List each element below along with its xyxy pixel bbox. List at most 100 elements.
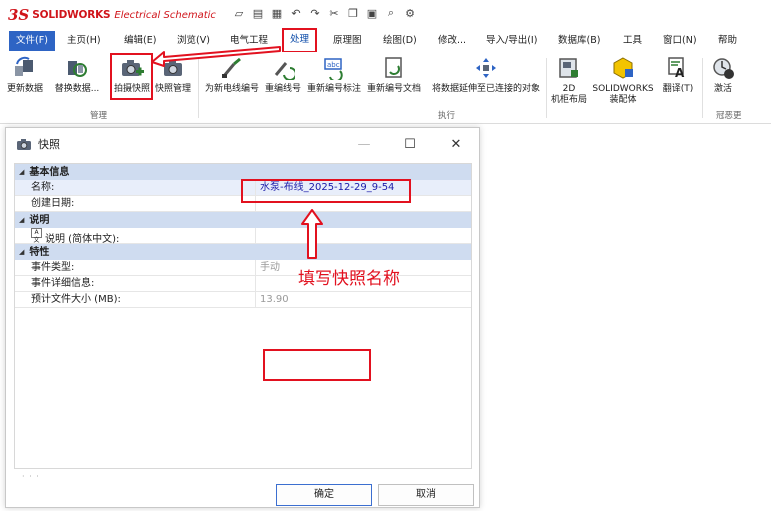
menu-tools[interactable]: 工具 — [623, 31, 642, 51]
close-button[interactable]: ✕ — [433, 128, 479, 160]
quick-access-toolbar: ▱ ▤ ▦ ↶ ↷ ✂ ❐ ▣ ⌕ ⚙ — [232, 6, 417, 20]
file-size-field: 13.90 — [255, 292, 471, 308]
activate-button[interactable]: 激活 — [706, 56, 740, 95]
window-controls: — ☐ ✕ — [341, 128, 479, 160]
update-data-icon — [13, 56, 37, 80]
camera-icon — [17, 139, 31, 150]
replace-data-icon — [65, 56, 89, 80]
annotation-text: 填写快照名称 — [298, 269, 400, 289]
property-label: 事件详细信息: — [31, 278, 95, 289]
menu-import-export[interactable]: 导入/导出(I) — [486, 31, 537, 51]
assembly-icon — [611, 56, 635, 80]
property-label: 创建日期: — [31, 198, 75, 209]
menu-modify[interactable]: 修改... — [438, 31, 466, 51]
property-label: 事件类型: — [31, 262, 75, 273]
renumber-documents-button[interactable]: 重新编号文档 — [364, 56, 424, 95]
group-separator — [702, 58, 703, 118]
ok-button[interactable]: 确定 — [276, 484, 372, 506]
property-label-wrap: A文 说明 (简体中文): — [31, 228, 251, 245]
property-row-description[interactable]: A文 说明 (简体中文): — [15, 228, 471, 245]
menu-help[interactable]: 帮助 — [718, 31, 737, 51]
ribbon-label: 2D 机柜布局 — [550, 84, 587, 105]
ribbon-label: 重编线号 — [264, 84, 301, 94]
renumber-marks-icon: abc — [322, 56, 346, 83]
ribbon-label: SOLIDWORKS 装配体 — [592, 84, 654, 105]
paste-icon[interactable]: ▣ — [365, 6, 379, 20]
cabinet-layout-button[interactable]: 2D 机柜布局 — [549, 56, 589, 106]
ok-button-highlight — [263, 349, 371, 381]
app-window: 3S SOLIDWORKS Electrical Schematic ▱ ▤ ▦… — [0, 0, 771, 511]
replace-data-button[interactable]: 替换数据... — [52, 56, 102, 95]
app-logo: 3S SOLIDWORKS Electrical Schematic — [8, 6, 216, 24]
svg-text:A: A — [675, 66, 685, 80]
menu-process[interactable]: 处理 — [282, 28, 318, 53]
solidworks-assembly-button[interactable]: SOLIDWORKS 装配体 — [590, 56, 656, 106]
collapse-triangle-icon[interactable]: ◢ — [19, 212, 24, 228]
settings-icon[interactable]: ⚙ — [403, 6, 417, 20]
activate-icon — [711, 56, 735, 80]
take-snapshot-highlight — [110, 53, 153, 100]
category-description[interactable]: ◢ 说明 — [15, 212, 471, 228]
update-data-button[interactable]: 更新数据 — [6, 56, 44, 95]
ribbon-label: 重新编号文档 — [366, 84, 421, 94]
propagate-data-icon — [474, 56, 498, 80]
ribbon-label: 将数据延伸至已连接的对象 — [431, 84, 540, 94]
svg-text:abc: abc — [327, 61, 340, 69]
menu-draw[interactable]: 绘图(D) — [383, 31, 417, 51]
property-row-event-type[interactable]: 事件类型: 手动 — [15, 260, 471, 276]
translate-button[interactable]: A 翻译(T) — [658, 56, 698, 95]
app-subtitle: Electrical Schematic — [114, 9, 216, 21]
minimize-button[interactable]: — — [341, 128, 387, 160]
renumber-documents-icon — [382, 56, 406, 80]
ribbon-group-label-execute: 执行 — [438, 111, 456, 121]
language-icon: A文 — [31, 228, 42, 244]
ribbon-label: 更新数据 — [6, 84, 43, 94]
cancel-button[interactable]: 取消 — [378, 484, 474, 506]
app-name: SOLIDWORKS — [32, 9, 111, 21]
collapse-triangle-icon[interactable]: ◢ — [19, 164, 24, 180]
menu-database[interactable]: 数据库(B) — [558, 31, 600, 51]
annotation-arrow-up — [301, 209, 323, 259]
ribbon-label: 激活 — [713, 84, 732, 94]
category-properties[interactable]: ◢ 特性 — [15, 244, 471, 260]
ribbon-group-label-other: 冠恶更 — [716, 111, 742, 121]
menu-bar: 文件(F) 主页(H) 编辑(E) 浏览(V) 电气工程 处理 原理图 绘图(D… — [0, 28, 771, 53]
undo-icon[interactable]: ↶ — [289, 6, 303, 20]
description-field[interactable] — [255, 228, 471, 244]
property-row-event-details[interactable]: 事件详细信息: — [15, 276, 471, 292]
collapse-triangle-icon[interactable]: ◢ — [19, 244, 24, 260]
propagate-data-button[interactable]: 将数据延伸至已连接的对象 — [428, 56, 544, 95]
property-grid: ◢ 基本信息 名称: 水泵-布线_2025-12-29_9-54 创建日期: ◢ 说… — [14, 163, 472, 469]
dialog-title: 快照 — [38, 138, 60, 151]
category-basic-info[interactable]: ◢ 基本信息 — [15, 164, 471, 180]
name-field-highlight — [241, 179, 411, 203]
ribbon-label: 替换数据... — [54, 84, 100, 94]
ribbon-label: 重新编号标注 — [306, 84, 361, 94]
menu-file[interactable]: 文件(F) — [9, 31, 55, 51]
translate-icon: A — [666, 56, 690, 80]
ribbon-label: 快照管理 — [154, 84, 191, 94]
redo-icon[interactable]: ↷ — [308, 6, 322, 20]
property-label: 名称: — [31, 182, 55, 193]
property-label: 预计文件大小 (MB): — [31, 294, 121, 305]
renumber-marks-button[interactable]: abc 重新编号标注 — [305, 56, 363, 95]
copy-icon[interactable]: ❐ — [346, 6, 360, 20]
title-bar: 3S SOLIDWORKS Electrical Schematic ▱ ▤ ▦… — [0, 0, 771, 30]
group-separator — [546, 58, 547, 118]
property-row-file-size[interactable]: 预计文件大小 (MB): 13.90 — [15, 292, 471, 308]
menu-window[interactable]: 窗口(N) — [663, 31, 697, 51]
ds-logo-mark: 3S — [8, 6, 30, 24]
ribbon-group-label-manage: 管理 — [90, 111, 108, 121]
new-icon[interactable]: ▱ — [232, 6, 246, 20]
ribbon-label: 翻译(T) — [662, 84, 694, 94]
save-icon[interactable]: ▤ — [251, 6, 265, 20]
cut-icon[interactable]: ✂ — [327, 6, 341, 20]
maximize-button[interactable]: ☐ — [387, 128, 433, 160]
ribbon-label: 为新电线编号 — [204, 84, 259, 94]
menu-home[interactable]: 主页(H) — [67, 31, 101, 51]
menu-schematic[interactable]: 原理图 — [333, 31, 362, 51]
print-icon[interactable]: ▦ — [270, 6, 284, 20]
splitter-grip[interactable]: · · · — [22, 472, 40, 481]
search-icon[interactable]: ⌕ — [384, 6, 398, 20]
annotation-arrow-left — [151, 46, 281, 67]
